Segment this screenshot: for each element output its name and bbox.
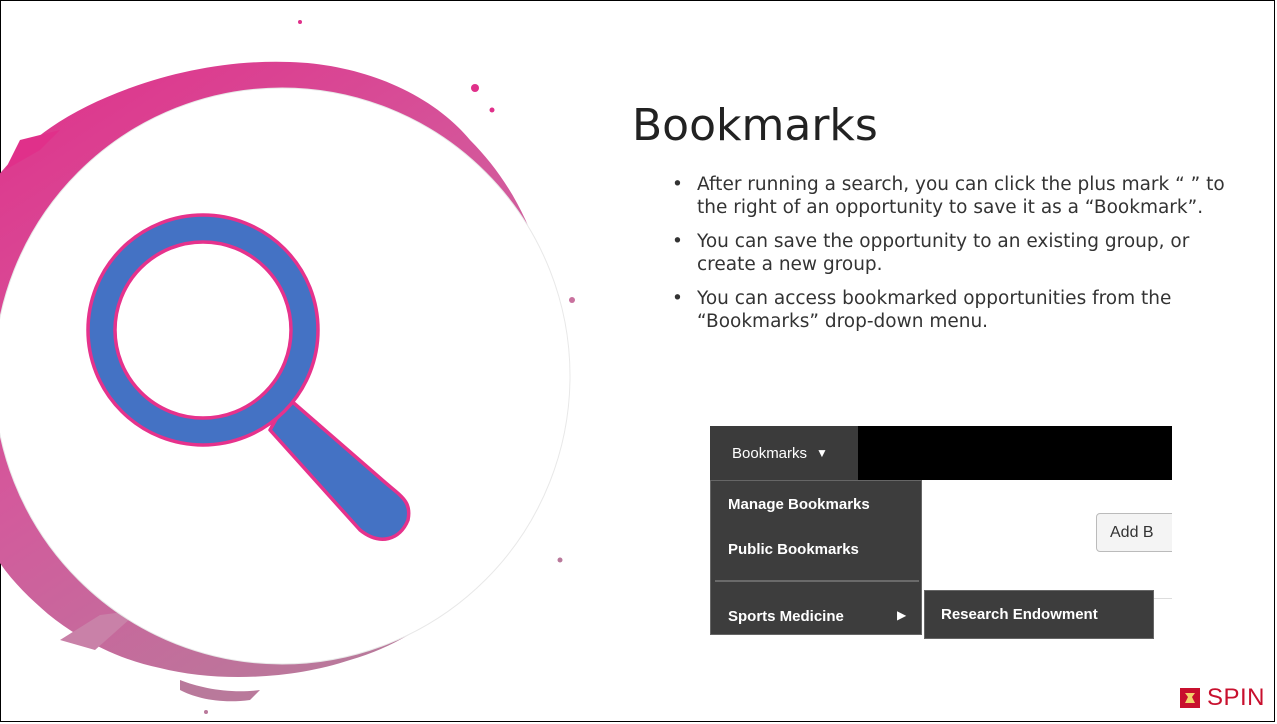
- bullet-text: After running a search, you can click th…: [697, 174, 1225, 218]
- bookmarks-menu-screenshot: Bookmarks ▼ Add B Manage Bookmarks Publi…: [710, 426, 1172, 643]
- bullet-text: You can access bookmarked opportunities …: [697, 288, 1172, 332]
- spin-logo-icon: [1180, 688, 1200, 708]
- magnifier-artwork: [0, 20, 575, 714]
- bullet-item: • You can save the opportunity to an exis…: [672, 230, 1232, 276]
- bullet-text: You can save the opportunity to an exist…: [697, 231, 1190, 275]
- bookmarks-tab[interactable]: Bookmarks ▼: [710, 426, 858, 480]
- spin-logo-text: SPIN: [1207, 684, 1266, 711]
- bookmarks-dropdown: Manage Bookmarks Public Bookmarks Sports…: [710, 480, 922, 635]
- bullet-item: • After running a search, you can click t…: [672, 173, 1232, 219]
- menu-item-public-bookmarks[interactable]: Public Bookmarks: [728, 541, 859, 558]
- bullet-dot: •: [672, 174, 683, 195]
- menu-item-manage-bookmarks[interactable]: Manage Bookmarks: [728, 496, 870, 513]
- bullet-item: • You can access bookmarked opportunities…: [672, 287, 1232, 333]
- add-bookmark-button[interactable]: Add B: [1096, 513, 1172, 552]
- menu-separator: [715, 580, 919, 582]
- submenu-arrow-icon: ▶: [897, 608, 907, 622]
- bullet-dot: •: [672, 288, 683, 309]
- submenu-item-research-endowment[interactable]: Research Endowment: [924, 590, 1154, 639]
- bookmarks-tab-label: Bookmarks: [732, 444, 808, 462]
- bullet-dot: •: [672, 231, 683, 252]
- caret-down-icon: ▼: [816, 446, 828, 460]
- bullet-list: • After running a search, you can click t…: [672, 173, 1232, 344]
- menu-item-sports-medicine[interactable]: Sports Medicine: [728, 608, 844, 625]
- spin-logo: SPIN: [1180, 684, 1265, 712]
- slide-title: Bookmarks: [632, 100, 878, 151]
